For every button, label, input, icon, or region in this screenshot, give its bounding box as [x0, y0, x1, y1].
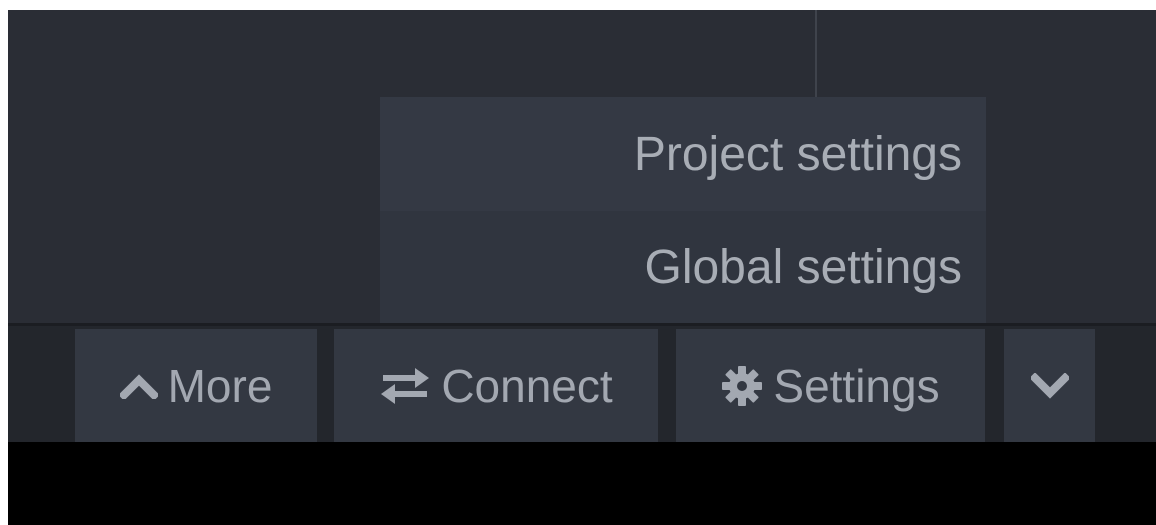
bottom-toolbar: More Connect Settings: [8, 326, 1156, 442]
connect-button[interactable]: Connect: [334, 329, 658, 442]
menu-item-label: Project settings: [633, 127, 962, 181]
menu-item-label: Global settings: [644, 241, 962, 294]
settings-button-label: Settings: [773, 359, 940, 412]
connect-button-label: Connect: [441, 359, 613, 412]
app-frame: Project settings Global settings More Co…: [8, 10, 1156, 525]
gear-icon: [721, 365, 763, 407]
swap-arrows-icon: [379, 366, 431, 406]
more-button[interactable]: More: [75, 329, 317, 442]
settings-dropdown-menu: Project settings Global settings: [380, 97, 986, 325]
chevron-up-icon: [119, 373, 158, 399]
pane-divider[interactable]: [815, 10, 817, 98]
settings-button[interactable]: Settings: [676, 329, 985, 442]
menu-item-project-settings[interactable]: Project settings: [380, 97, 986, 211]
collapse-button[interactable]: [1004, 329, 1095, 442]
bottom-blank-area: [8, 442, 1156, 525]
chevron-down-icon: [1030, 372, 1069, 399]
menu-item-global-settings[interactable]: Global settings: [380, 211, 986, 324]
more-button-label: More: [167, 359, 273, 412]
